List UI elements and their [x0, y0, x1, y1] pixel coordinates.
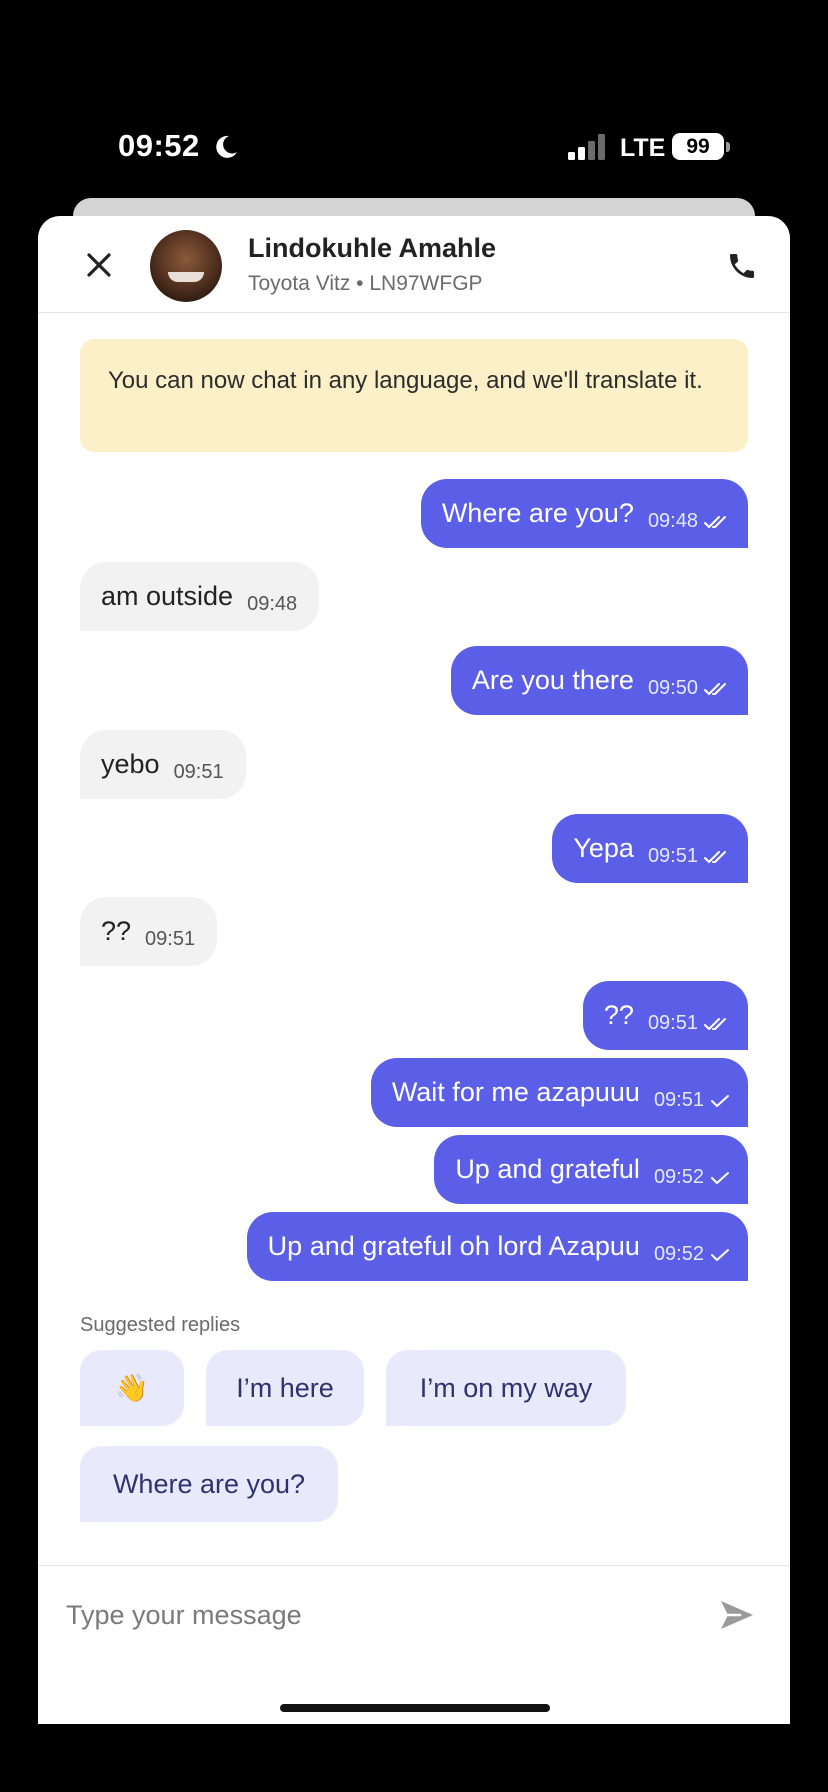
battery-indicator: 99 [672, 133, 724, 160]
message-text: ?? [101, 916, 132, 946]
message-text: Up and grateful oh lord Azapuu [267, 1231, 640, 1261]
message-outgoing: Where are you? 09:48 [420, 479, 748, 548]
message-time: 09:51 [653, 1089, 704, 1111]
send-icon[interactable] [718, 1596, 756, 1634]
message-time: 09:48 [247, 593, 298, 615]
message-outgoing: Are you there 09:50 [450, 646, 748, 715]
close-icon[interactable] [84, 250, 114, 280]
signal-icon [568, 134, 605, 160]
suggested-reply-where[interactable]: Where are you? [80, 1446, 338, 1522]
message-time: 09:51 [647, 1012, 698, 1034]
message-time: 09:51 [173, 761, 224, 783]
message-text: Yepa [573, 833, 634, 863]
chat-header: Lindokuhle Amahle Toyota Vitz • LN97WFGP [38, 216, 790, 313]
translation-notice: You can now chat in any language, and we… [80, 339, 748, 452]
chat-sheet: Lindokuhle Amahle Toyota Vitz • LN97WFGP… [38, 216, 790, 1724]
message-time: 09:52 [653, 1243, 704, 1265]
message-incoming: ?? 09:51 [80, 897, 218, 966]
message-time: 09:50 [647, 677, 698, 699]
check-icon [711, 1171, 729, 1184]
suggested-replies-label: Suggested replies [80, 1314, 241, 1336]
suggested-reply-on-my-way[interactable]: I’m on my way [386, 1350, 626, 1426]
status-time: 09:52 [118, 128, 200, 163]
message-incoming: am outside 09:48 [80, 562, 320, 631]
message-outgoing: ?? 09:51 [582, 981, 748, 1050]
check-icon [711, 1248, 729, 1261]
message-composer [38, 1565, 790, 1724]
phone-icon[interactable] [726, 250, 758, 282]
message-text: Wait for me azapuuu [391, 1077, 640, 1107]
message-text: yebo [101, 749, 160, 779]
moon-icon [216, 135, 237, 158]
double-check-icon [704, 1017, 726, 1030]
check-icon [711, 1094, 729, 1107]
message-outgoing: Wait for me azapuuu 09:51 [370, 1058, 748, 1127]
message-incoming: yebo 09:51 [80, 730, 246, 799]
message-time: 09:51 [145, 928, 196, 950]
home-indicator [280, 1704, 550, 1712]
message-text: Up and grateful [455, 1154, 640, 1184]
vehicle-info: Toyota Vitz • LN97WFGP [248, 272, 483, 295]
double-check-icon [704, 682, 726, 695]
message-time: 09:52 [653, 1166, 704, 1188]
message-time: 09:51 [647, 845, 698, 867]
message-text: ?? [603, 1000, 634, 1030]
message-outgoing: Yepa 09:51 [552, 814, 748, 883]
message-text: Where are you? [441, 498, 634, 528]
double-check-icon [704, 850, 726, 863]
message-text: Are you there [471, 665, 634, 695]
contact-name: Lindokuhle Amahle [248, 233, 497, 263]
avatar [150, 230, 222, 302]
battery-tip [726, 142, 730, 152]
network-label: LTE [620, 134, 666, 162]
status-bar: 09:52 LTE 99 [0, 0, 828, 200]
message-outgoing: Up and grateful 09:52 [434, 1135, 748, 1204]
suggested-reply-wave[interactable]: 👋 [80, 1350, 184, 1426]
message-text: am outside [101, 581, 234, 611]
message-input[interactable] [66, 1594, 666, 1636]
suggested-reply-here[interactable]: I’m here [206, 1350, 364, 1426]
message-time: 09:48 [647, 510, 698, 532]
double-check-icon [704, 515, 726, 528]
message-outgoing: Up and grateful oh lord Azapuu 09:52 [246, 1212, 748, 1281]
